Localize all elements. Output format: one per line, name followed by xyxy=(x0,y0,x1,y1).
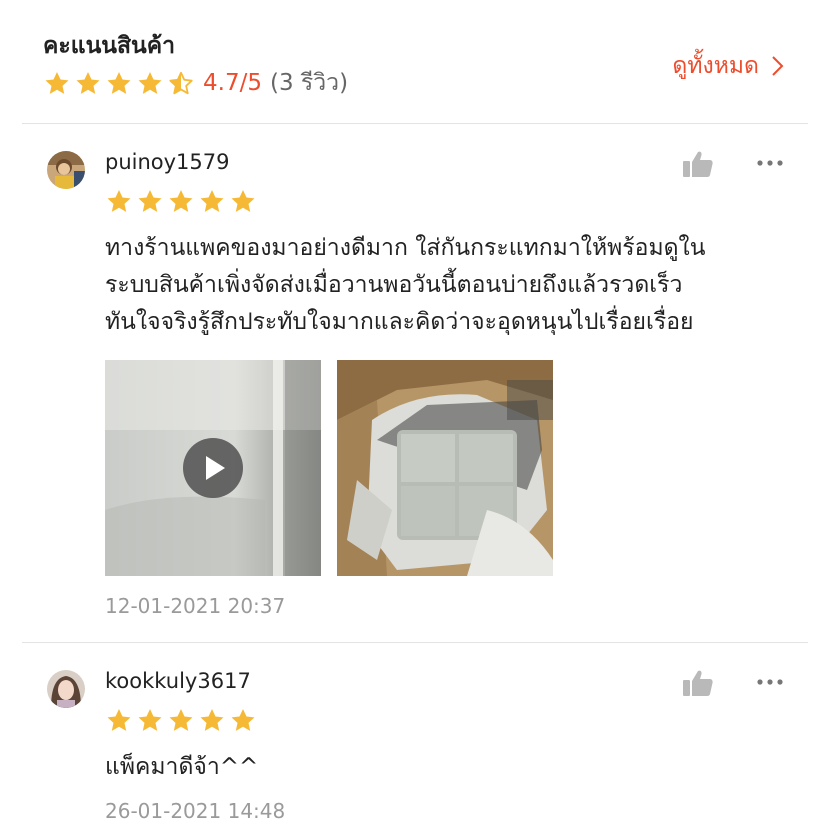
star-icon xyxy=(169,709,193,731)
more-dots-icon[interactable] xyxy=(756,158,784,168)
thumbs-up-icon[interactable] xyxy=(682,669,714,697)
review-text-line: แพ็คมาดีจ้า^^ xyxy=(105,754,259,780)
see-all-label: ดูทั้งหมด xyxy=(672,53,759,79)
play-icon[interactable] xyxy=(182,437,244,499)
review-item: puinoy1579 ทางร้านแพคของมาอย่างดีมาก ใส่… xyxy=(0,124,828,642)
review-item: kookkuly3617 แพ็คมาดีจ้า^^ 26-01-2021 14… xyxy=(0,643,828,828)
star-icon xyxy=(231,190,255,212)
review-date: 26-01-2021 14:48 xyxy=(105,799,286,823)
star-icon xyxy=(169,190,193,212)
rating-row: 4.7/5 (3 รีวิว) xyxy=(43,68,348,98)
star-icon xyxy=(107,709,131,731)
rating-summary: คะแนนสินค้า 4.7/5 (3 รีวิว) ดูทั้งหมด xyxy=(0,0,828,124)
review-stars xyxy=(105,707,257,734)
review-text-line: ทันใจจริงรู้สึกประทับใจมากและคิดว่าจะอุด… xyxy=(105,309,694,335)
review-video-thumbnail[interactable] xyxy=(105,360,321,576)
username: kookkuly3617 xyxy=(105,669,251,693)
review-photo-thumbnail[interactable] xyxy=(337,360,553,576)
star-icon xyxy=(45,71,69,94)
star-icon xyxy=(138,709,162,731)
review-text-line: ทางร้านแพคของมาอย่างดีมาก ใส่กันกระแทกมา… xyxy=(105,235,706,261)
chevron-right-icon xyxy=(771,55,785,77)
avatar[interactable] xyxy=(47,670,85,708)
star-icon xyxy=(138,71,162,94)
star-icon xyxy=(231,709,255,731)
review-text-line: ระบบสินค้าเพิ่งจัดส่งเมื่อวานพอวันนี้ตอน… xyxy=(105,272,683,298)
review-text: แพ็คมาดีจ้า^^ xyxy=(105,749,795,786)
thumbs-up-icon[interactable] xyxy=(682,150,714,178)
star-icon xyxy=(138,190,162,212)
half-star-icon xyxy=(169,71,193,94)
star-icon xyxy=(200,709,224,731)
page-title: คะแนนสินค้า xyxy=(43,33,176,59)
rating-stars xyxy=(43,70,195,97)
review-date: 12-01-2021 20:37 xyxy=(105,594,286,618)
review-count: (3 รีวิว) xyxy=(269,70,349,96)
avatar[interactable] xyxy=(47,151,85,189)
review-stars xyxy=(105,188,257,215)
star-icon xyxy=(107,71,131,94)
star-icon xyxy=(200,190,224,212)
more-dots-icon[interactable] xyxy=(756,677,784,687)
see-all-link[interactable]: ดูทั้งหมด xyxy=(672,48,785,84)
star-icon xyxy=(76,71,100,94)
rating-value: 4.7/5 xyxy=(203,70,262,96)
star-icon xyxy=(107,190,131,212)
review-text: ทางร้านแพคของมาอย่างดีมาก ใส่กันกระแทกมา… xyxy=(105,230,795,341)
username: puinoy1579 xyxy=(105,150,230,174)
